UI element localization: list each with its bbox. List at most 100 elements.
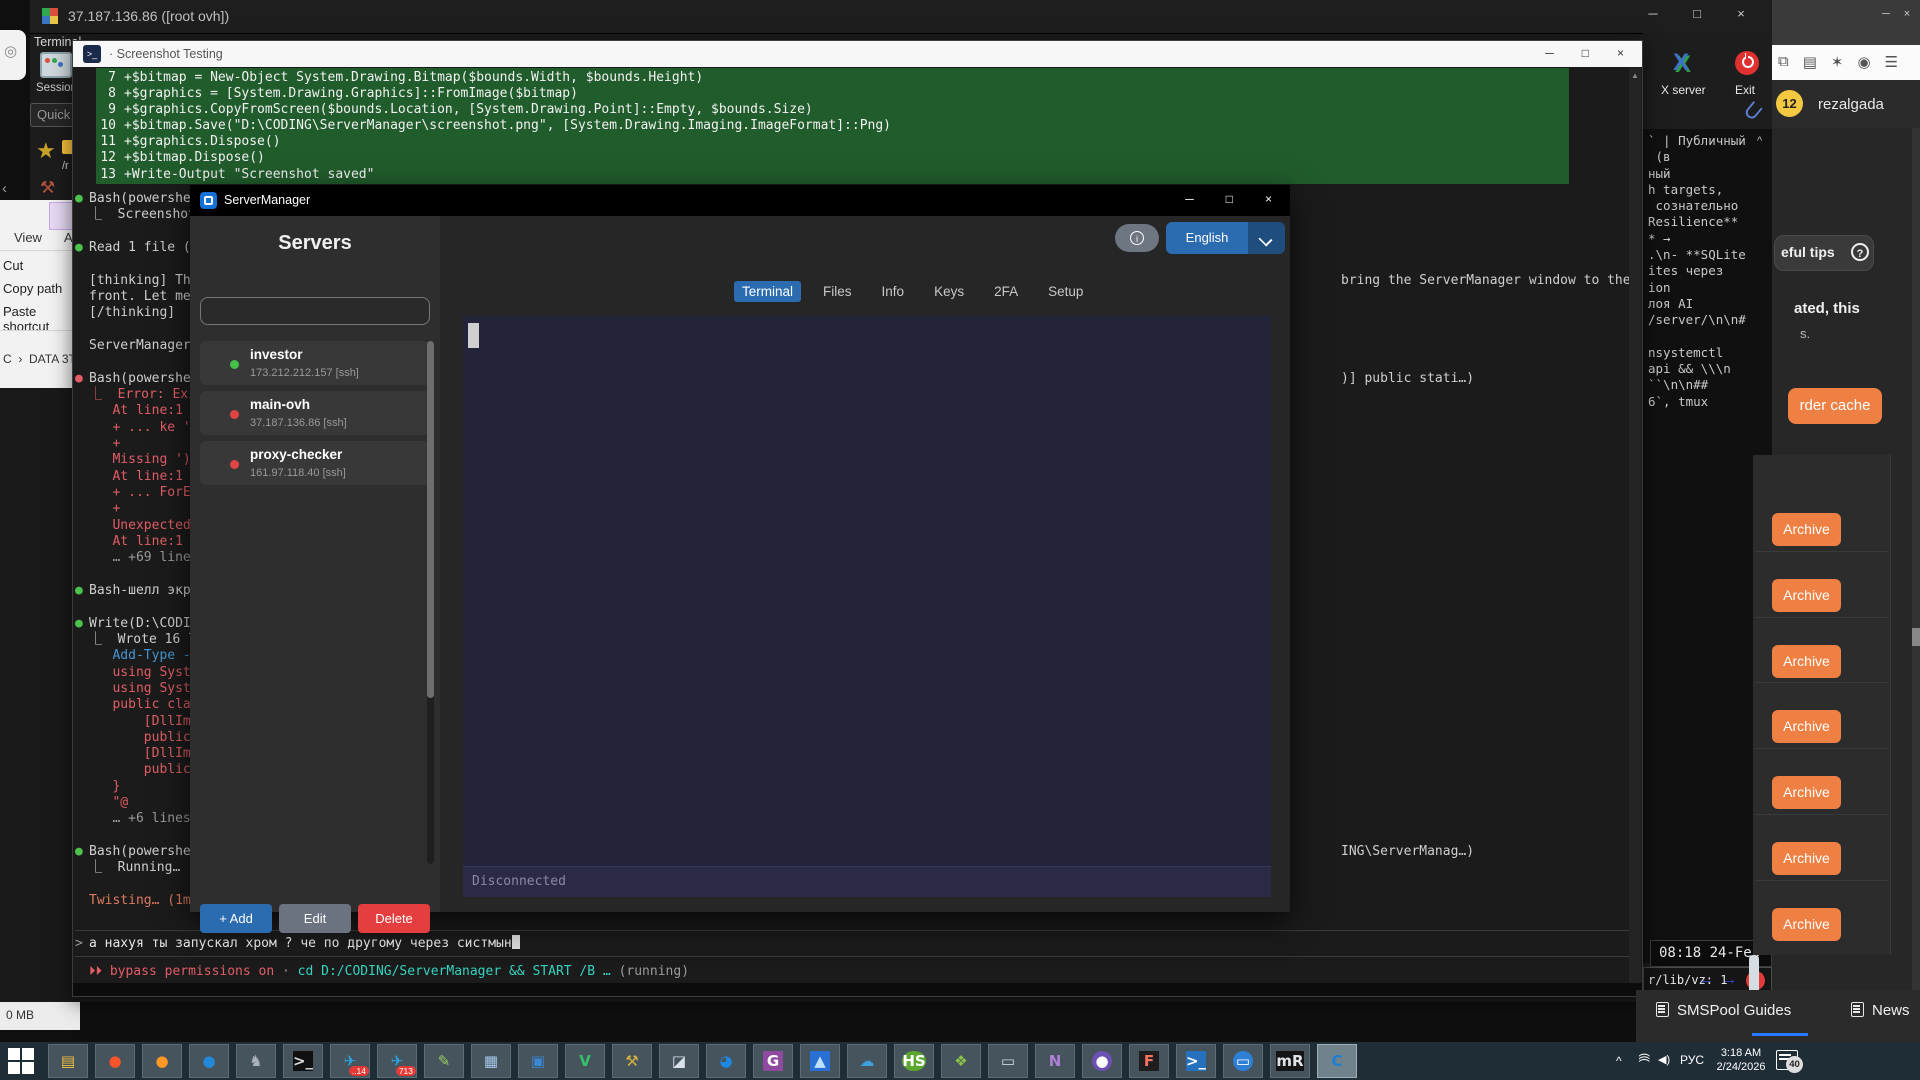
order-cache-button[interactable]: rder cache <box>1788 388 1882 424</box>
info-button[interactable]: i <box>1115 224 1159 252</box>
thunderbird[interactable]: ● <box>189 1044 229 1078</box>
back-arrow-icon[interactable]: ‹ <box>2 180 7 197</box>
mremoteng[interactable]: mR <box>1270 1044 1310 1078</box>
tray-clock[interactable]: 3:18 AM2/24/2026 <box>1710 1046 1772 1074</box>
tab[interactable]: Keys <box>926 281 972 302</box>
tab[interactable]: Setup <box>1040 281 1091 302</box>
tools-icon[interactable]: ⚒ <box>40 178 55 198</box>
close-button[interactable]: × <box>1265 192 1272 206</box>
scrollbar[interactable]: ▲ ▼ <box>1629 68 1641 996</box>
browser-title-bar[interactable]: ─ × <box>1772 0 1920 45</box>
wifi-icon[interactable]: ))) <box>1638 1054 1650 1062</box>
server-search-input[interactable] <box>200 297 430 325</box>
tab-view[interactable]: View <box>14 230 42 245</box>
db-tool[interactable]: ⚒ <box>612 1044 652 1078</box>
sparkle-icon[interactable]: ✶ <box>1831 53 1844 80</box>
close-button[interactable]: × <box>1904 8 1910 20</box>
footer-link[interactable]: SMSPool Guides <box>1656 1002 1791 1019</box>
tab-overview-icon[interactable]: ⧉ <box>1778 53 1789 80</box>
language-indicator[interactable]: РУС <box>1680 1053 1704 1067</box>
session-icon[interactable] <box>40 52 72 78</box>
archive-button[interactable]: Archive <box>1772 776 1841 809</box>
wallet-icon[interactable]: ▤ <box>1803 53 1817 80</box>
footer-link[interactable]: News <box>1851 1002 1910 1019</box>
v-app[interactable]: V <box>565 1044 605 1078</box>
tab[interactable]: Info <box>874 281 913 302</box>
n-app[interactable]: N <box>1035 1044 1075 1078</box>
ssh-terminal-panel[interactable] <box>463 316 1271 866</box>
browser-scrollbar[interactable] <box>1912 128 1920 1008</box>
g-doc-app[interactable]: G <box>753 1044 793 1078</box>
chevron-down-icon[interactable] <box>1248 222 1285 254</box>
scroll-caret-icon[interactable]: ^ <box>1757 135 1762 147</box>
maximize-button[interactable]: □ <box>1582 46 1589 60</box>
notes-app[interactable]: ◪ <box>659 1044 699 1078</box>
server-list-item[interactable]: investor 173.212.212.157 [ssh] <box>200 341 430 385</box>
photos[interactable]: ▲ <box>800 1044 840 1078</box>
proxy-app[interactable]: ♞ <box>236 1044 276 1078</box>
calculator[interactable]: ▦ <box>471 1044 511 1078</box>
powershell[interactable]: >_ <box>1176 1044 1216 1078</box>
terminal-title-bar[interactable]: >_ · Screenshot Testing ─ □ × <box>73 41 1642 67</box>
minimize-button[interactable]: ─ <box>1545 46 1554 60</box>
telegram-2[interactable]: ✈ 713 <box>377 1044 417 1078</box>
file-explorer[interactable]: ▤ <box>48 1044 88 1078</box>
cmd[interactable]: >_ <box>283 1044 323 1078</box>
server-list-item[interactable]: proxy-checker 161.97.118.40 [ssh] <box>200 441 430 485</box>
octopus-app[interactable]: ☁ <box>847 1044 887 1078</box>
figma[interactable]: F <box>1129 1044 1169 1078</box>
servermanager[interactable]: C <box>1317 1044 1357 1078</box>
minimize-button[interactable]: ─ <box>1644 6 1662 21</box>
scroll-up-icon[interactable]: ▲ <box>1631 71 1639 80</box>
hs-app[interactable]: HS <box>894 1044 934 1078</box>
github[interactable]: ● <box>1082 1044 1122 1078</box>
edit-server-button[interactable]: Edit <box>279 904 351 933</box>
tab[interactable]: Files <box>815 281 860 302</box>
start-button[interactable] <box>8 1048 34 1074</box>
firefox[interactable]: ● <box>142 1044 182 1078</box>
nav-forward-icon[interactable]: → <box>1722 971 1737 988</box>
language-dropdown[interactable]: English <box>1166 222 1285 254</box>
archive-button[interactable]: Archive <box>1772 710 1841 743</box>
notepad-plus-plus[interactable]: ✎ <box>424 1044 464 1078</box>
tray-chevron-icon[interactable]: ^ <box>1616 1054 1622 1068</box>
xserver-icon[interactable]: X <box>1673 49 1689 77</box>
tab[interactable]: Terminal <box>734 281 801 302</box>
delete-server-button[interactable]: Delete <box>358 904 430 933</box>
add-server-button[interactable]: + Add <box>200 904 272 933</box>
menu-icon[interactable]: ☰ <box>1885 53 1898 80</box>
prompt-input[interactable]: >а нахуя ты запускал хром ? че по другом… <box>75 935 520 951</box>
close-button[interactable]: × <box>1617 46 1624 60</box>
sidebar-scrollbar[interactable] <box>427 341 434 864</box>
menu-item[interactable]: Cut <box>3 258 23 273</box>
breadcrumb[interactable]: C › DATA 3T <box>3 352 76 366</box>
maximize-button[interactable]: □ <box>1688 6 1706 21</box>
maximize-button[interactable]: □ <box>1226 192 1233 206</box>
archive-button[interactable]: Archive <box>1772 513 1841 546</box>
blue-orb-app[interactable]: ◕ <box>706 1044 746 1078</box>
remote-title-bar[interactable]: 37.187.136.86 ([root ovh]) ─ □ × <box>30 0 1772 34</box>
archive-button[interactable]: Archive <box>1772 842 1841 875</box>
useful-tips-pill[interactable]: eful tips ? <box>1774 235 1874 271</box>
exit-power-icon[interactable] <box>1735 51 1759 75</box>
archive-button[interactable]: Archive <box>1772 645 1841 678</box>
paperclip-icon[interactable] <box>1743 101 1762 121</box>
volume-icon[interactable]: ◀) <box>1658 1053 1670 1066</box>
minimize-button[interactable]: ─ <box>1882 8 1890 20</box>
menu-item[interactable]: Copy path <box>3 281 62 296</box>
shield-icon[interactable]: ◉ <box>1857 53 1870 80</box>
tab[interactable]: 2FA <box>986 281 1026 302</box>
image-viewer[interactable]: ❖ <box>941 1044 981 1078</box>
close-button[interactable]: × <box>1732 6 1750 21</box>
favorites-star-icon[interactable]: ★ <box>36 138 56 164</box>
app-window[interactable]: ▣ <box>518 1044 558 1078</box>
nav-back-icon[interactable]: ← <box>1699 971 1714 988</box>
archive-button[interactable]: Archive <box>1772 579 1841 612</box>
brave[interactable]: ● <box>95 1044 135 1078</box>
servermanager-title-bar[interactable]: ServerManager ─ □ × <box>190 185 1290 216</box>
monitor-app[interactable]: ▭ <box>988 1044 1028 1078</box>
anydesk[interactable]: ▭ <box>1223 1044 1263 1078</box>
archive-button[interactable]: Archive <box>1772 908 1841 941</box>
minimize-button[interactable]: ─ <box>1185 192 1194 206</box>
telegram-1[interactable]: ✈ ..14 <box>330 1044 370 1078</box>
